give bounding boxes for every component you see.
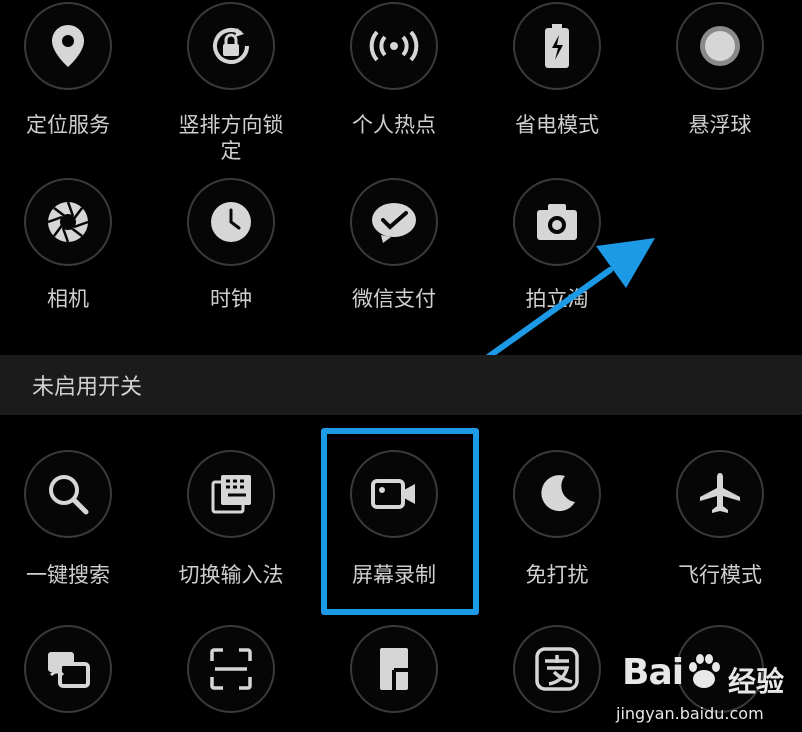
rotation-lock-icon (187, 2, 275, 90)
tile-personal-hotspot[interactable]: 个人热点 (319, 0, 469, 175)
moon-icon (513, 450, 601, 538)
search-icon (24, 450, 112, 538)
watermark-brand: Bai (622, 652, 684, 693)
tile-label: 竖排方向锁 定 (178, 113, 284, 163)
location-pin-icon (24, 2, 112, 90)
tile-airplane-mode[interactable]: 飞行模式 (645, 450, 795, 600)
hotspot-icon (350, 2, 438, 90)
tile-rotation-lock[interactable]: 竖排方向锁 定 (156, 0, 306, 175)
airplane-icon (676, 450, 764, 538)
baidu-paw-logo (689, 654, 720, 688)
tile-document[interactable] (319, 625, 469, 732)
watermark-suffix: 经验 (728, 665, 785, 698)
battery-saver-icon (513, 2, 601, 90)
tile-clock[interactable]: 时钟 (156, 178, 306, 318)
tile-camera[interactable]: 相机 (0, 178, 143, 318)
section-header: 未启用开关 (0, 355, 802, 415)
tile-floating-ball[interactable]: 悬浮球 (645, 0, 795, 175)
tile-one-key-search[interactable]: 一键搜索 (0, 450, 143, 600)
wechat-pay-icon (350, 178, 438, 266)
document-icon (350, 625, 438, 713)
section-title: 未启用开关 (32, 375, 143, 400)
tile-label: 个人热点 (352, 113, 436, 137)
tile-do-not-disturb[interactable]: 免打扰 (482, 450, 632, 600)
keyboard-switch-icon (187, 450, 275, 538)
scan-icon (187, 625, 275, 713)
camera-shutter-icon (24, 178, 112, 266)
clock-icon (187, 178, 275, 266)
tile-switch-input-method[interactable]: 切换输入法 (156, 450, 306, 600)
tile-label: 飞行模式 (678, 563, 762, 587)
tile-label: 免打扰 (525, 563, 589, 587)
baidu-jingyan-watermark: Bai 经验 jingyan.baidu.com (612, 632, 802, 732)
tile-label: 相机 (47, 287, 89, 311)
highlight-frame (321, 428, 479, 615)
watermark-url: jingyan.baidu.com (616, 704, 764, 723)
tile-label: 微信支付 (352, 287, 436, 311)
tile-label: 切换输入法 (178, 563, 284, 587)
tile-location-service[interactable]: 定位服务 (0, 0, 143, 175)
tile-wechat-pay[interactable]: 微信支付 (319, 178, 469, 318)
alipay-icon (513, 625, 601, 713)
tile-pailitao[interactable]: 拍立淘 (482, 178, 632, 318)
floating-ball-icon (676, 2, 764, 90)
tile-scan[interactable] (156, 625, 306, 732)
photo-camera-icon (513, 178, 601, 266)
tile-label: 一键搜索 (26, 563, 110, 587)
tile-cards[interactable] (0, 625, 143, 732)
cards-icon (24, 625, 112, 713)
tile-label: 时钟 (210, 287, 252, 311)
tile-alipay[interactable] (482, 625, 632, 732)
tile-label: 拍立淘 (525, 287, 589, 311)
tile-label: 悬浮球 (688, 113, 752, 137)
tile-label: 定位服务 (26, 113, 110, 137)
tile-label: 省电模式 (515, 113, 599, 137)
tile-power-saving[interactable]: 省电模式 (482, 0, 632, 175)
